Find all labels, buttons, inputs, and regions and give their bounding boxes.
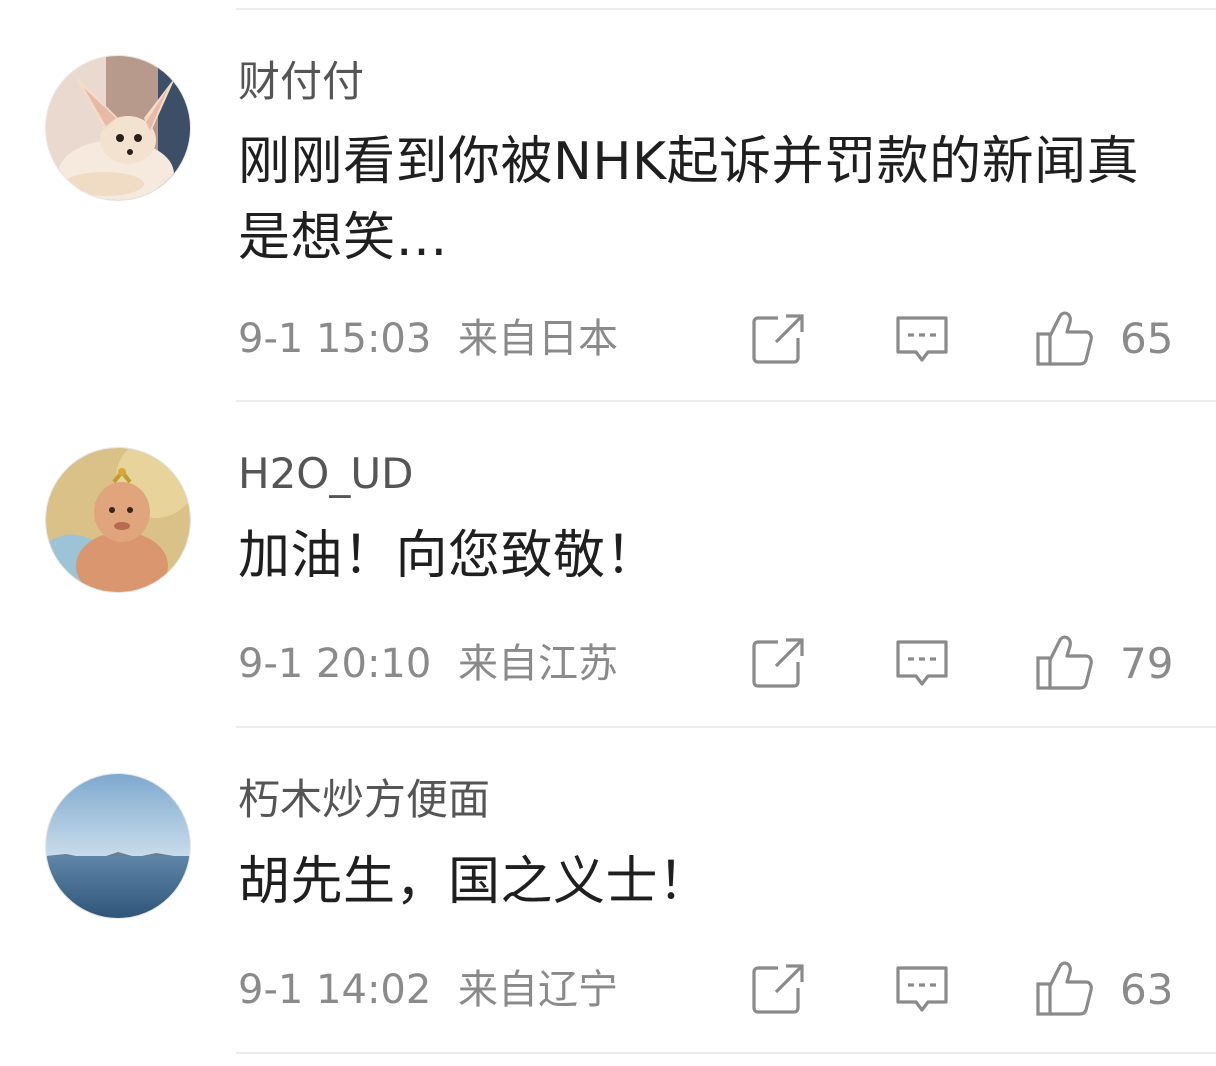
username[interactable]: 朽木炒方便面	[238, 774, 490, 826]
comment-button[interactable]	[892, 308, 952, 368]
comment-time: 9-1 20:10	[238, 641, 432, 687]
like-button[interactable]	[1034, 308, 1094, 368]
like-count: 65	[1120, 314, 1174, 363]
sea-horizon-avatar	[46, 774, 190, 918]
comment-icon	[896, 640, 948, 686]
username[interactable]: H2O_UD	[238, 448, 413, 500]
thumbs-up-icon	[1036, 311, 1093, 366]
share-button[interactable]	[748, 958, 808, 1018]
comment-meta: 9-1 20:10 来自江苏	[238, 639, 618, 689]
divider	[236, 1052, 1216, 1054]
share-button[interactable]	[748, 632, 808, 692]
comment-button[interactable]	[892, 632, 952, 692]
comment-time: 9-1 15:03	[238, 316, 432, 362]
comment-location: 来自江苏	[458, 641, 619, 687]
avatar[interactable]	[46, 774, 190, 918]
share-icon	[752, 636, 804, 688]
comment-meta: 9-1 15:03 来自日本	[238, 314, 618, 364]
comment-item: 朽木炒方便面 胡先生，国之义士！ 9-1 14:02 来自辽宁 63	[0, 728, 1216, 1054]
comment-text: 加油！向您致敬！	[238, 526, 659, 586]
like-button[interactable]	[1034, 958, 1094, 1018]
comment-location: 来自辽宁	[458, 967, 619, 1013]
share-icon	[752, 312, 804, 364]
share-button[interactable]	[748, 308, 808, 368]
comment-button[interactable]	[892, 958, 952, 1018]
like-count: 63	[1120, 965, 1174, 1014]
like-count: 79	[1120, 639, 1174, 688]
comment-text: 刚刚看到你被NHK起诉并罚款的新闻真是想笑…	[238, 132, 1140, 268]
avatar[interactable]	[46, 448, 190, 592]
share-icon	[752, 962, 804, 1014]
comment-meta: 9-1 14:02 来自辽宁	[238, 965, 618, 1015]
avatar[interactable]	[46, 56, 190, 200]
fennec-fox-avatar	[46, 56, 190, 200]
comment-time: 9-1 14:02	[238, 967, 432, 1013]
comment-item: 财付付 刚刚看到你被NHK起诉并罚款的新闻真是想笑… 9-1 15:03 来自日…	[0, 10, 1216, 402]
like-button[interactable]	[1034, 632, 1094, 692]
comment-icon	[896, 316, 948, 362]
thumbs-up-icon	[1036, 961, 1093, 1016]
comment-location: 来自日本	[458, 316, 619, 362]
thumbs-up-icon	[1036, 635, 1093, 690]
username[interactable]: 财付付	[238, 56, 364, 108]
cartoon-character-avatar	[46, 448, 190, 592]
comment-item: H2O_UD 加油！向您致敬！ 9-1 20:10 来自江苏 79	[0, 402, 1216, 728]
comment-text: 胡先生，国之义士！	[238, 852, 711, 912]
comment-icon	[896, 966, 948, 1012]
